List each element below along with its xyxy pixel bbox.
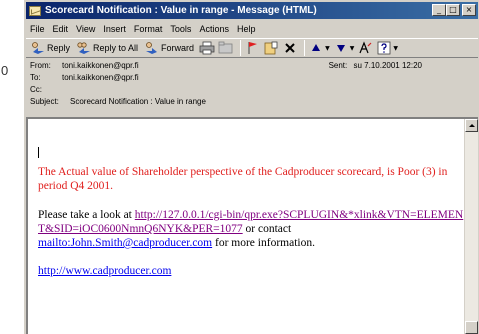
from-label: From: xyxy=(30,61,51,70)
menu-file[interactable]: File xyxy=(30,24,45,34)
message-header: From: toni.kaikkonen@qpr.fi Sent: su 7.1… xyxy=(26,60,478,116)
subject-label: Subject: xyxy=(30,97,59,106)
menu-view[interactable]: View xyxy=(76,24,95,34)
chevron-down-icon[interactable]: ▼ xyxy=(325,45,330,52)
reply-button[interactable]: Reply xyxy=(29,39,72,57)
menu-insert[interactable]: Insert xyxy=(103,24,126,34)
message-window: Scorecard Notification : Value in range … xyxy=(23,0,479,334)
left-background: 0 xyxy=(0,0,22,334)
move-to-folder-button[interactable] xyxy=(218,40,234,56)
toolbar-separator xyxy=(304,40,306,56)
scroll-down-button[interactable] xyxy=(465,321,478,334)
subject-value: Scorecard Notification : Value in range xyxy=(70,97,206,106)
help-button[interactable] xyxy=(376,40,392,56)
menu-help[interactable]: Help xyxy=(237,24,256,34)
from-value[interactable]: toni.kaikkonen@qpr.fi xyxy=(62,61,139,72)
menu-actions[interactable]: Actions xyxy=(199,24,229,34)
forward-icon xyxy=(146,42,158,54)
arrow-down-icon xyxy=(336,45,345,52)
from-row: From: toni.kaikkonen@qpr.fi xyxy=(30,61,139,72)
to-value[interactable]: toni.kaikkonen@qpr.fi xyxy=(62,73,139,84)
reply-all-label: Reply to All xyxy=(93,43,139,53)
mailto-link[interactable]: mailto:John.Smith@cadproducer.com xyxy=(38,237,212,249)
arrow-up-icon xyxy=(312,44,321,51)
reply-icon xyxy=(32,42,44,54)
window-controls: _ □ × xyxy=(432,4,476,16)
envelope-icon xyxy=(29,5,41,16)
flag-button[interactable] xyxy=(244,40,260,56)
menu-tools[interactable]: Tools xyxy=(170,24,191,34)
sent-row: Sent: su 7.10.2001 12:20 xyxy=(329,61,422,70)
delete-icon xyxy=(285,43,295,53)
menu-bar: File Edit View Insert Format Tools Actio… xyxy=(26,21,478,36)
chevron-down-icon[interactable]: ▼ xyxy=(393,45,398,52)
menu-format[interactable]: Format xyxy=(134,24,163,34)
reply-label: Reply xyxy=(47,43,71,53)
info-suffix: for more information. xyxy=(215,237,315,249)
chevron-down-icon[interactable]: ▼ xyxy=(350,45,355,52)
printer-icon xyxy=(199,41,215,55)
sent-value: su 7.10.2001 12:20 xyxy=(353,61,422,70)
title-bar[interactable]: Scorecard Notification : Value in range … xyxy=(26,2,478,19)
background-text: 0 xyxy=(1,63,9,78)
info-or: or contact xyxy=(245,223,292,235)
info-prefix: Please take a look at xyxy=(38,209,132,221)
print-button[interactable] xyxy=(199,40,215,56)
alert-text: The Actual value of Shareholder perspect… xyxy=(38,166,448,192)
vertical-scrollbar[interactable] xyxy=(464,119,478,334)
subject-row: Subject: Scorecard Notification : Value … xyxy=(30,97,206,108)
next-item-button[interactable] xyxy=(333,40,349,56)
sent-label: Sent: xyxy=(328,61,348,70)
scroll-up-button[interactable] xyxy=(465,119,478,132)
address-book-button[interactable] xyxy=(263,40,279,56)
forward-button[interactable]: Forward xyxy=(143,39,196,57)
reply-all-button[interactable]: Reply to All xyxy=(75,39,140,57)
message-body[interactable]: The Actual value of Shareholder perspect… xyxy=(26,117,478,334)
help-icon xyxy=(377,41,391,55)
toolbar: Reply Reply to All Forward ▼ ▼ ▼ xyxy=(26,38,478,58)
font-icon xyxy=(359,41,372,54)
window-title: Scorecard Notification : Value in range … xyxy=(45,5,317,16)
cc-label: Cc: xyxy=(30,85,42,94)
previous-item-button[interactable] xyxy=(308,40,324,56)
address-book-icon xyxy=(264,41,278,55)
text-cursor xyxy=(38,147,39,158)
flag-icon xyxy=(248,42,258,54)
forward-label: Forward xyxy=(161,43,195,53)
to-row: To: toni.kaikkonen@qpr.fi xyxy=(30,73,139,84)
cc-row: Cc: xyxy=(30,85,62,96)
delete-button[interactable] xyxy=(282,40,298,56)
to-label: To: xyxy=(30,73,41,82)
close-button[interactable]: × xyxy=(462,4,476,16)
menu-edit[interactable]: Edit xyxy=(53,24,69,34)
maximize-button[interactable]: □ xyxy=(446,4,460,16)
info-text: Please take a look at http://127.0.0.1/c… xyxy=(38,208,466,250)
reply-all-icon xyxy=(77,42,91,54)
website-link[interactable]: http://www.cadproducer.com xyxy=(38,264,466,278)
folder-icon xyxy=(218,41,233,54)
toolbar-separator xyxy=(240,40,242,56)
format-text-button[interactable] xyxy=(357,40,373,56)
minimize-button[interactable]: _ xyxy=(432,4,446,16)
